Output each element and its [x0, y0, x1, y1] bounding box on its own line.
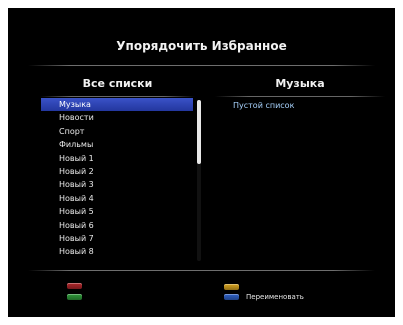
empty-list-text: Пустой список	[233, 101, 295, 110]
left-header-underline	[40, 96, 195, 97]
list-item-films[interactable]: Фильмы	[41, 138, 193, 151]
right-header-underline	[215, 96, 385, 97]
selected-list-header: Музыка	[275, 77, 325, 90]
list-item-new-1[interactable]: Новый 1	[41, 152, 193, 165]
list-item-sport[interactable]: Спорт	[41, 125, 193, 138]
list-item-new-3[interactable]: Новый 3	[41, 178, 193, 191]
scrollbar-thumb[interactable]	[197, 100, 201, 164]
page-title: Упорядочить Избранное	[116, 39, 287, 53]
list-item-new-5[interactable]: Новый 5	[41, 205, 193, 218]
all-lists-header: Все списки	[82, 77, 153, 90]
all-lists: Музыка Новости Спорт Фильмы Новый 1 Новы…	[41, 98, 193, 259]
yellow-key-icon[interactable]	[224, 284, 239, 290]
rename-label: Переименовать	[246, 293, 304, 301]
list-item-new-4[interactable]: Новый 4	[41, 192, 193, 205]
tv-screen: Упорядочить Избранное Все списки Музыка …	[8, 8, 395, 317]
red-key-icon[interactable]	[67, 283, 82, 289]
list-item-new-8[interactable]: Новый 8	[41, 245, 193, 258]
green-key-icon[interactable]	[67, 294, 82, 300]
blue-key-icon[interactable]	[224, 294, 239, 300]
list-item-news[interactable]: Новости	[41, 111, 193, 124]
list-item-new-2[interactable]: Новый 2	[41, 165, 193, 178]
list-item-new-6[interactable]: Новый 6	[41, 219, 193, 232]
footer-divider	[28, 270, 375, 271]
title-divider	[28, 65, 375, 66]
list-item-new-7[interactable]: Новый 7	[41, 232, 193, 245]
list-item-music[interactable]: Музыка	[41, 98, 193, 112]
list-scrollbar[interactable]	[197, 100, 201, 261]
